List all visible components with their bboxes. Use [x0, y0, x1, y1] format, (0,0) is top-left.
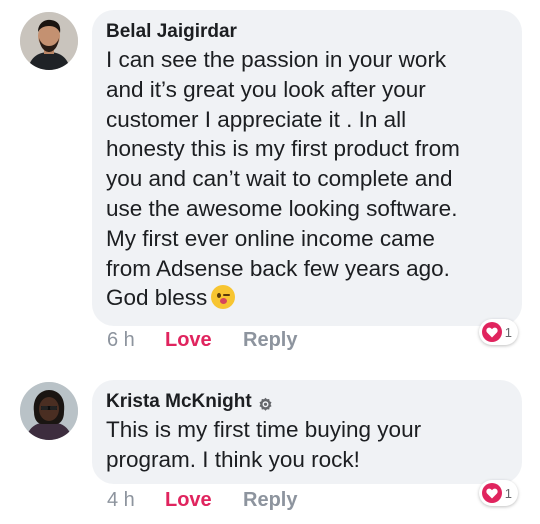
heart-icon — [481, 322, 502, 342]
love-reaction-button[interactable]: Love — [165, 488, 243, 512]
top-fan-badge-icon — [258, 395, 273, 411]
comment-1: Belal Jaigirdar I can see the passion in… — [0, 0, 540, 365]
comment-actions: 6 h Love Reply — [107, 328, 297, 352]
avatar[interactable] — [20, 12, 78, 70]
avatar-photo — [20, 382, 78, 440]
comment-actions: 4 h Love Reply — [107, 488, 297, 512]
reaction-count: 1 — [504, 324, 512, 340]
comment-author[interactable]: Belal Jaigirdar — [106, 20, 508, 44]
comment-text-content: I can see the passion in your work and i… — [106, 47, 460, 311]
reaction-summary[interactable]: 1 — [478, 319, 518, 345]
reply-button[interactable]: Reply — [243, 328, 297, 352]
heart-icon — [481, 483, 502, 503]
comment-timestamp[interactable]: 4 h — [107, 488, 165, 512]
comment-timestamp[interactable]: 6 h — [107, 328, 165, 352]
kissing-wink-emoji-icon — [211, 285, 236, 310]
reaction-summary[interactable]: 1 — [478, 480, 518, 506]
author-name[interactable]: Krista McKnight — [106, 390, 252, 414]
reaction-count: 1 — [504, 485, 512, 501]
comment-bubble: Belal Jaigirdar I can see the passion in… — [92, 10, 522, 326]
reply-button[interactable]: Reply — [243, 488, 297, 512]
avatar-photo — [20, 12, 78, 70]
love-reaction-button[interactable]: Love — [165, 328, 243, 352]
comment-author[interactable]: Krista McKnight — [106, 390, 508, 414]
comment-bubble: Krista McKnight This is my first time bu… — [92, 380, 522, 484]
comment-2: Krista McKnight This is my first time bu… — [0, 370, 540, 524]
avatar[interactable] — [20, 382, 78, 440]
comment-text: I can see the passion in your work and i… — [106, 45, 508, 313]
author-name[interactable]: Belal Jaigirdar — [106, 20, 237, 44]
comment-text: This is my first time buying your progra… — [106, 417, 422, 472]
